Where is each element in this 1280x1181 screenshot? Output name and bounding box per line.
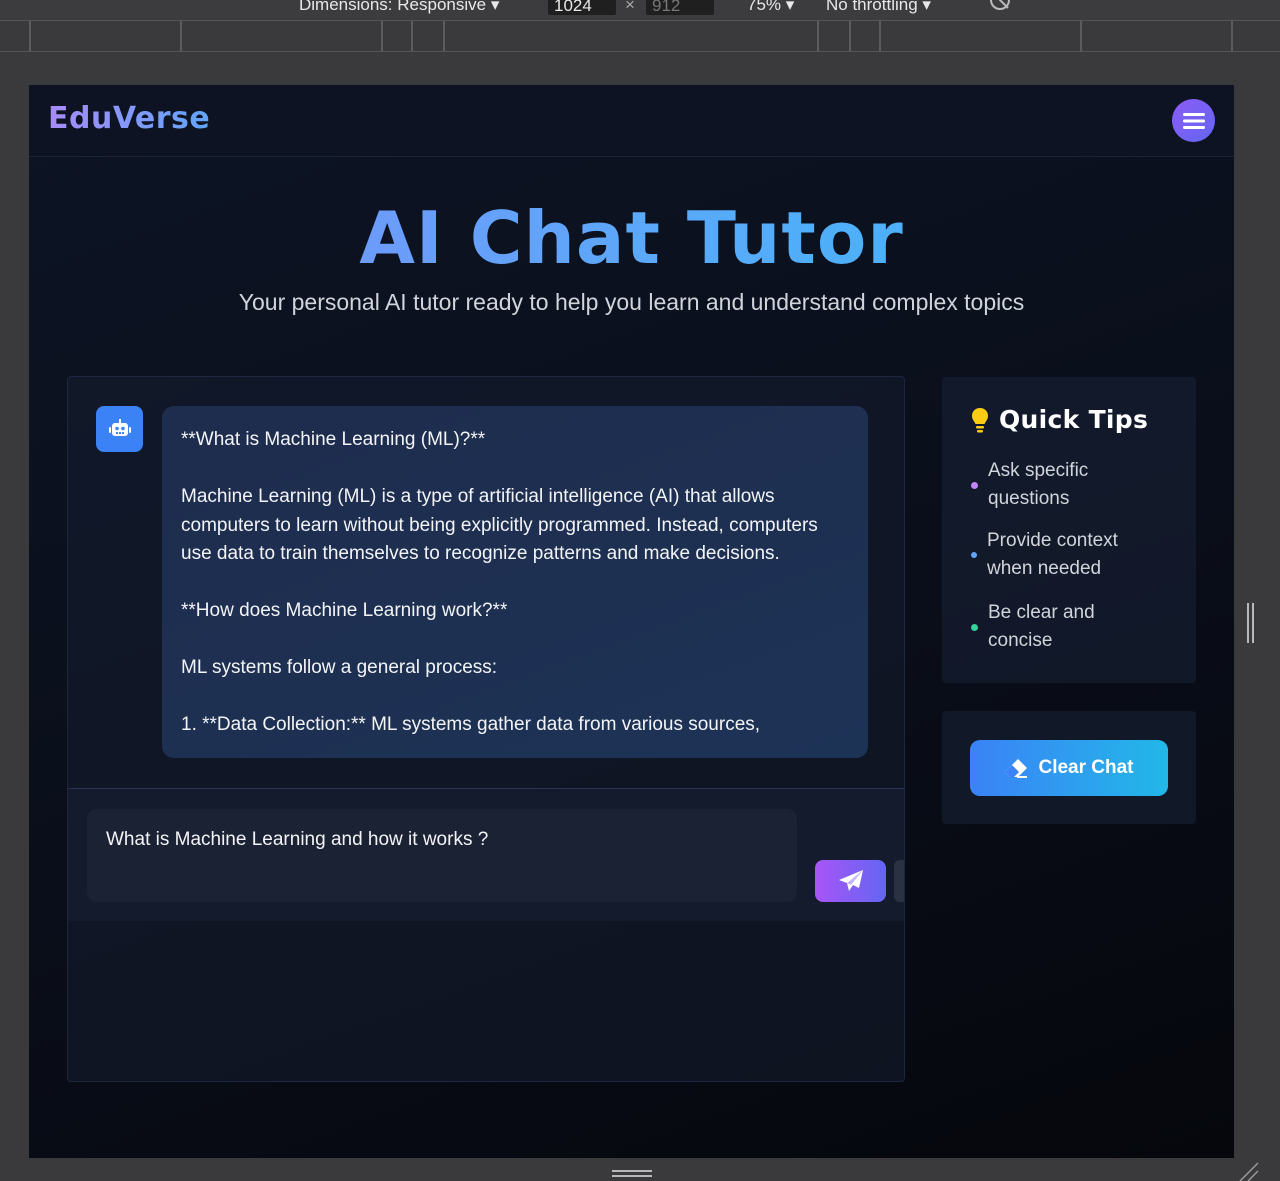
scrollbar[interactable] bbox=[894, 860, 904, 902]
rotate-icon[interactable] bbox=[988, 0, 1012, 19]
chat-input[interactable] bbox=[87, 809, 797, 902]
chat-input-area bbox=[68, 789, 904, 921]
paper-plane-icon bbox=[838, 870, 863, 891]
chevron-down-icon: ▾ bbox=[490, 0, 500, 14]
zoom-dropdown[interactable]: 75% ▾ bbox=[747, 0, 794, 15]
bot-message-bubble: **What is Machine Learning (ML)?** Machi… bbox=[162, 406, 868, 758]
tip-bullet bbox=[971, 552, 977, 558]
tip-text: Be clear and concise bbox=[988, 602, 1095, 651]
tip-item: Ask specific questions bbox=[971, 457, 1158, 513]
page-viewport: EduVerse AI Chat Tutor Your personal AI … bbox=[29, 85, 1234, 1158]
chevron-down-icon: ▾ bbox=[785, 0, 795, 14]
throttling-dropdown[interactable]: No throttling ▾ bbox=[826, 0, 931, 15]
tip-item: Provide context when needed bbox=[971, 527, 1157, 583]
menu-button[interactable] bbox=[1172, 99, 1215, 142]
clear-chat-button[interactable]: Clear Chat bbox=[970, 740, 1168, 796]
resize-handle-right[interactable] bbox=[1245, 603, 1255, 643]
robot-icon bbox=[108, 419, 131, 436]
resize-corner-grip[interactable] bbox=[1238, 1162, 1260, 1181]
eraser-icon bbox=[1005, 759, 1028, 778]
devtools-toolbar: Dimensions: Responsive ▾ 1024 × 912 75% … bbox=[0, 0, 1280, 20]
throttling-label: No throttling bbox=[826, 0, 918, 14]
quick-tips-header: Quick Tips bbox=[971, 405, 1148, 434]
bot-avatar bbox=[96, 406, 143, 452]
message-paragraph: ML systems follow a general process: bbox=[181, 657, 498, 678]
logo[interactable]: EduVerse bbox=[48, 101, 210, 136]
tip-text: Provide context when needed bbox=[987, 530, 1118, 579]
send-button[interactable] bbox=[815, 860, 886, 902]
chat-messages[interactable]: **What is Machine Learning (ML)?** Machi… bbox=[68, 377, 904, 787]
resize-handle-bottom[interactable] bbox=[612, 1170, 652, 1180]
dimensions-label: Dimensions: Responsive bbox=[299, 0, 487, 14]
height-input[interactable]: 912 bbox=[646, 0, 714, 15]
clear-chat-label: Clear Chat bbox=[1038, 757, 1134, 778]
media-query-ruler bbox=[0, 20, 1280, 52]
message-paragraph: Machine Learning (ML) is a type of artif… bbox=[181, 486, 824, 564]
navbar: EduVerse bbox=[29, 85, 1234, 157]
times-sign: × bbox=[625, 0, 635, 14]
tip-bullet bbox=[971, 623, 978, 631]
message-paragraph: 1. **Data Collection:** ML systems gathe… bbox=[181, 714, 761, 735]
tip-bullet bbox=[971, 481, 978, 489]
menu-icon bbox=[1182, 112, 1205, 129]
dimensions-dropdown[interactable]: Dimensions: Responsive ▾ bbox=[299, 0, 499, 15]
quick-tips-card: Quick Tips Ask specific questions Provid… bbox=[942, 377, 1196, 683]
tip-item: Be clear and concise bbox=[971, 599, 1158, 655]
message-paragraph: **How does Machine Learning work?** bbox=[181, 600, 508, 621]
quick-tips-title: Quick Tips bbox=[999, 405, 1149, 434]
actions-card: Clear Chat bbox=[942, 711, 1196, 824]
page-subtitle: Your personal AI tutor ready to help you… bbox=[238, 289, 1025, 315]
chat-panel: **What is Machine Learning (ML)?** Machi… bbox=[67, 376, 905, 1082]
tip-text: Ask specific questions bbox=[988, 460, 1089, 509]
zoom-label: 75% bbox=[747, 0, 782, 14]
page-title: AI Chat Tutor bbox=[29, 193, 1234, 283]
chevron-down-icon: ▾ bbox=[922, 0, 931, 14]
width-input[interactable]: 1024 bbox=[548, 0, 616, 15]
lightbulb-icon bbox=[972, 407, 988, 432]
message-paragraph: **What is Machine Learning (ML)?** bbox=[181, 429, 486, 450]
